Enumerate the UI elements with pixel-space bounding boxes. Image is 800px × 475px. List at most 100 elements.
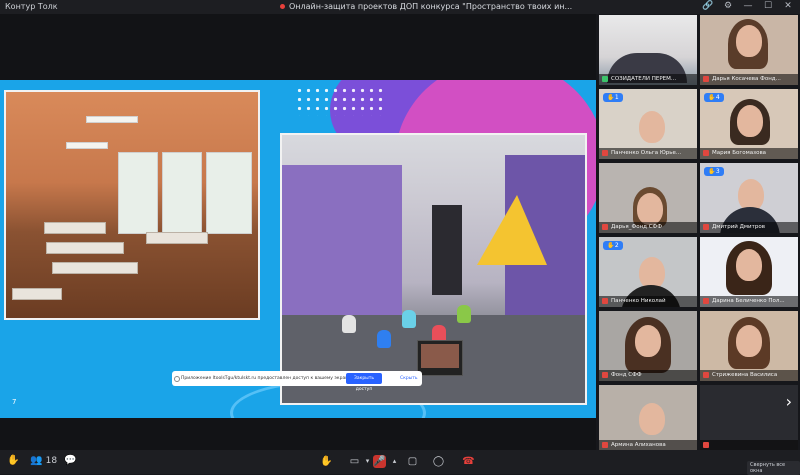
participant-label: Мария Богомазова [700, 148, 798, 159]
bean-chair [457, 305, 471, 323]
participant-label: Панченко Ольга Юрье... [599, 148, 697, 159]
participant-tile[interactable]: Армина Алиханова [599, 385, 697, 451]
participant-tile[interactable]: Дарья Косачева Фонд... [700, 15, 798, 85]
participant-name: Панченко Ольга Юрье... [611, 150, 682, 156]
record-icon[interactable]: ◯ [432, 455, 445, 468]
camera-icon[interactable]: ▢ [406, 455, 419, 468]
window [162, 152, 202, 234]
mic-options-icon[interactable]: ▴ [388, 455, 401, 468]
mic-off-icon [602, 297, 608, 304]
hand-icon[interactable]: ✋ [7, 455, 19, 466]
participant-label: Дарья_Фонд СФФ [599, 222, 697, 233]
bottom-toolbar: ✋ 👥 18 💬 ✋ ▭ ▾ 🎤 ▴ ▢ ◯ ☎ [0, 450, 800, 474]
participant-label: Панченко Николай [599, 296, 697, 307]
desk [12, 288, 62, 300]
participant-name: Фонд СФФ [611, 372, 642, 378]
meeting-title: Онлайн-защита проектов ДОП конкурса "Про… [289, 2, 573, 11]
participant-name: Мария Богомазова [712, 150, 767, 156]
raise-hand-icon[interactable]: ✋ [320, 455, 333, 468]
ceiling-light [86, 116, 138, 123]
participant-name: Стрижевина Василиса [712, 372, 778, 378]
share-notice-text: Приложение ltoolsTgu/ktulskt.ru предоста… [181, 376, 353, 381]
recording-indicator [280, 4, 285, 9]
maximize-icon[interactable]: ☐ [762, 1, 774, 11]
bean-chair [377, 330, 391, 348]
hide-notice-button[interactable]: Скрыть [400, 376, 418, 381]
participant-name: Дарья Косачева Фонд... [712, 76, 781, 82]
raised-hand-badge: ✋2 [603, 241, 623, 250]
slide-dots [295, 86, 385, 116]
window-controls: 🔗 ⚙ — ☐ ✕ [702, 1, 794, 11]
participant-tile[interactable]: ✋1 Панченко Ольга Юрье... [599, 89, 697, 159]
bean-chair [342, 315, 356, 333]
participant-tile[interactable]: ✋4 Мария Богомазова [700, 89, 798, 159]
mic-on-icon [602, 75, 608, 82]
participant-count: 18 [45, 456, 58, 466]
screen-share-icon[interactable]: ▭ [348, 455, 361, 468]
app-title: Контур Толк [5, 2, 58, 11]
participant-tile[interactable]: Дарина Беличенко Пол... [700, 237, 798, 307]
info-icon [174, 376, 180, 382]
participant-label: Дмитрий Дмитров [700, 222, 798, 233]
presentation-slide: 7 [0, 80, 596, 418]
participant-tile[interactable]: ✋3 Дмитрий Дмитров [700, 163, 798, 233]
laptop-screen [421, 344, 459, 368]
face [639, 111, 665, 143]
desk [52, 262, 138, 274]
door [432, 205, 462, 295]
gear-icon[interactable]: ⚙ [722, 1, 734, 11]
participant-name: Дарья_Фонд СФФ [611, 224, 663, 230]
screen-share-stage: 7 Приложение ltoolsTgu/ktulskt.ru предос… [0, 14, 596, 450]
desk [146, 232, 208, 244]
mic-off-icon [703, 149, 709, 156]
chat-icon[interactable]: 💬 [64, 455, 76, 466]
participant-tile[interactable]: Стрижевина Василиса [700, 311, 798, 381]
mic-off-icon [703, 223, 709, 230]
mic-off-icon [703, 371, 709, 378]
stop-sharing-button[interactable]: Закрыть доступ [346, 373, 382, 392]
title-bar: Контур Толк Онлайн-защита проектов ДОП к… [0, 0, 800, 14]
bean-chair [402, 310, 416, 328]
participant-label: Стрижевина Василиса [700, 370, 798, 381]
participant-name: Панченко Николай [611, 298, 666, 304]
face [635, 325, 661, 357]
raised-hand-badge: ✋3 [704, 167, 724, 176]
close-icon[interactable]: ✕ [782, 1, 794, 11]
participant-tile[interactable]: ✋2 Панченко Николай [599, 237, 697, 307]
renovated-room-render [280, 133, 587, 405]
end-call-icon[interactable]: ☎ [462, 455, 475, 468]
mic-off-icon [602, 149, 608, 156]
minimize-icon[interactable]: — [742, 1, 754, 11]
face [637, 193, 663, 225]
raised-hand-badge: ✋1 [603, 93, 623, 102]
participant-tile[interactable]: Фонд СФФ [599, 311, 697, 381]
participant-tile[interactable]: СОЗИДАТЕЛИ ПЕРЕМ... [599, 15, 697, 85]
classroom-photo [4, 90, 260, 320]
link-icon[interactable]: 🔗 [702, 1, 714, 11]
mic-off-button[interactable]: 🎤 [373, 455, 386, 468]
mic-off-icon [602, 371, 608, 378]
participant-label: Фонд СФФ [599, 370, 697, 381]
mic-off-icon [602, 441, 608, 448]
slide-page-number: 7 [12, 398, 17, 406]
face [639, 403, 665, 435]
face [736, 25, 762, 57]
face [737, 105, 763, 137]
participant-tile[interactable]: Дарья_Фонд СФФ [599, 163, 697, 233]
participants-button[interactable]: 👥 18 [30, 455, 57, 466]
participant-label: Дарина Беличенко Пол... [700, 296, 798, 307]
purple-wall [282, 165, 402, 335]
collapse-all-windows-button[interactable]: Свернуть все окна [747, 461, 800, 475]
participant-name: СОЗИДАТЕЛИ ПЕРЕМ... [611, 76, 677, 82]
desk [46, 242, 124, 254]
raised-hand-badge: ✋4 [704, 93, 724, 102]
chevron-right-icon[interactable]: › [786, 392, 792, 411]
participant-label: Дарья Косачева Фонд... [700, 74, 798, 85]
mic-off-icon [703, 75, 709, 82]
laptop [417, 340, 463, 376]
window [206, 152, 252, 234]
ceiling-light [66, 142, 108, 149]
wall-triangle [477, 195, 547, 265]
participant-tile[interactable] [700, 385, 798, 451]
mic-off-icon [703, 441, 709, 448]
